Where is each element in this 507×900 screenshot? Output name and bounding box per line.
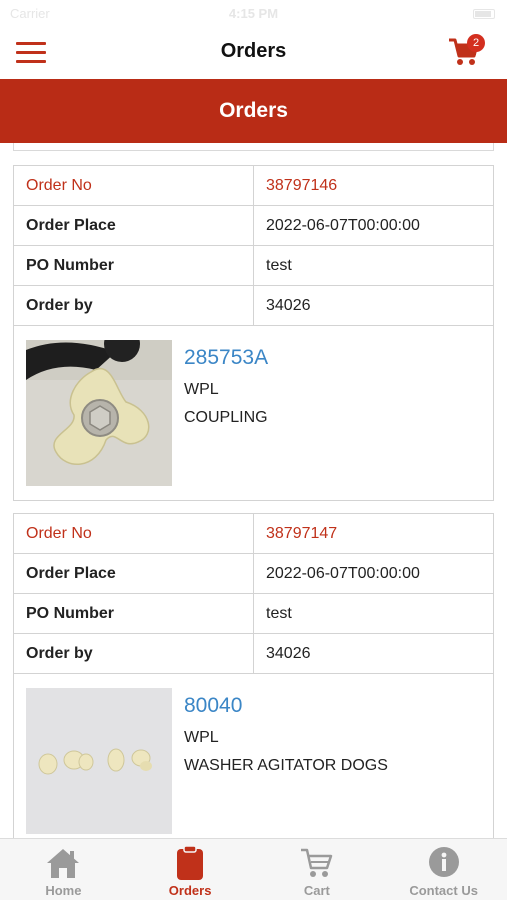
product-code-link[interactable]: 80040 [184, 694, 242, 718]
tab-cart[interactable]: Cart [254, 839, 381, 900]
order-card: Order No 38797146 Order Place 2022-06-07… [13, 165, 494, 501]
info-icon [428, 847, 459, 877]
po-number-value: test [266, 257, 292, 274]
order-by-row: Order by 34026 [14, 634, 493, 674]
po-number-row: PO Number test [14, 246, 493, 286]
product-brand: WPL [184, 729, 219, 746]
tab-orders[interactable]: Orders [127, 839, 254, 900]
previous-card-edge [13, 143, 494, 151]
tab-home-label: Home [45, 883, 82, 898]
product-item[interactable]: 285753A WPL COUPLING [14, 326, 493, 500]
product-brand: WPL [184, 381, 219, 398]
cart-icon [300, 848, 333, 877]
po-number-row: PO Number test [14, 594, 493, 634]
tab-orders-label: Orders [168, 883, 212, 898]
tab-cart-label: Cart [303, 883, 330, 898]
page-title: Orders [220, 40, 287, 62]
cart-count-badge: 2 [467, 34, 485, 52]
order-no-row: Order No 38797146 [14, 166, 493, 206]
po-number-label: PO Number [14, 246, 254, 285]
po-number-value: test [266, 605, 292, 622]
product-description: COUPLING [184, 409, 268, 426]
order-by-label: Order by [14, 286, 254, 325]
order-no-value: 38797147 [266, 525, 338, 542]
product-description: WASHER AGITATOR DOGS [184, 757, 388, 774]
order-by-value: 34026 [266, 297, 311, 314]
bottom-tab-bar: Home Orders Cart Contact Us [0, 838, 507, 900]
product-item[interactable]: 80040 WPL WASHER AGITATOR DOGS [14, 674, 493, 838]
orders-list[interactable]: Order No 38797146 Order Place 2022-06-07… [0, 143, 507, 838]
tab-contact-us[interactable]: Contact Us [380, 839, 507, 900]
order-place-value: 2022-06-07T00:00:00 [266, 565, 420, 582]
order-no-label: Order No [14, 166, 254, 205]
order-place-row: Order Place 2022-06-07T00:00:00 [14, 206, 493, 246]
order-by-label: Order by [14, 634, 254, 673]
po-number-label: PO Number [14, 594, 254, 633]
order-place-value: 2022-06-07T00:00:00 [266, 217, 420, 234]
order-no-label: Order No [14, 514, 254, 553]
home-icon [47, 849, 80, 878]
order-card: Order No 38797147 Order Place 2022-06-07… [13, 513, 494, 838]
order-by-value: 34026 [266, 645, 311, 662]
tab-contact-us-label: Contact Us [409, 883, 478, 898]
orders-banner: Orders [0, 79, 507, 143]
status-time: 4:15 PM [228, 6, 279, 21]
product-image-agitator-dogs [26, 688, 172, 834]
orders-screen: Carrier 4:15 PM Orders 2 Orders Order No… [0, 0, 507, 900]
order-no-row: Order No 38797147 [14, 514, 493, 554]
tab-home[interactable]: Home [0, 839, 127, 900]
navigation-bar: Orders 2 [0, 28, 507, 78]
order-no-value: 38797146 [266, 177, 338, 194]
order-by-row: Order by 34026 [14, 286, 493, 326]
order-place-label: Order Place [14, 206, 254, 245]
cart-button[interactable]: 2 [447, 34, 485, 70]
battery-icon [473, 9, 495, 19]
product-code-link[interactable]: 285753A [184, 346, 268, 370]
status-bar: Carrier 4:15 PM [0, 0, 507, 28]
product-image-coupling [26, 340, 172, 486]
order-place-label: Order Place [14, 554, 254, 593]
order-place-row: Order Place 2022-06-07T00:00:00 [14, 554, 493, 594]
clipboard-icon [177, 846, 204, 880]
